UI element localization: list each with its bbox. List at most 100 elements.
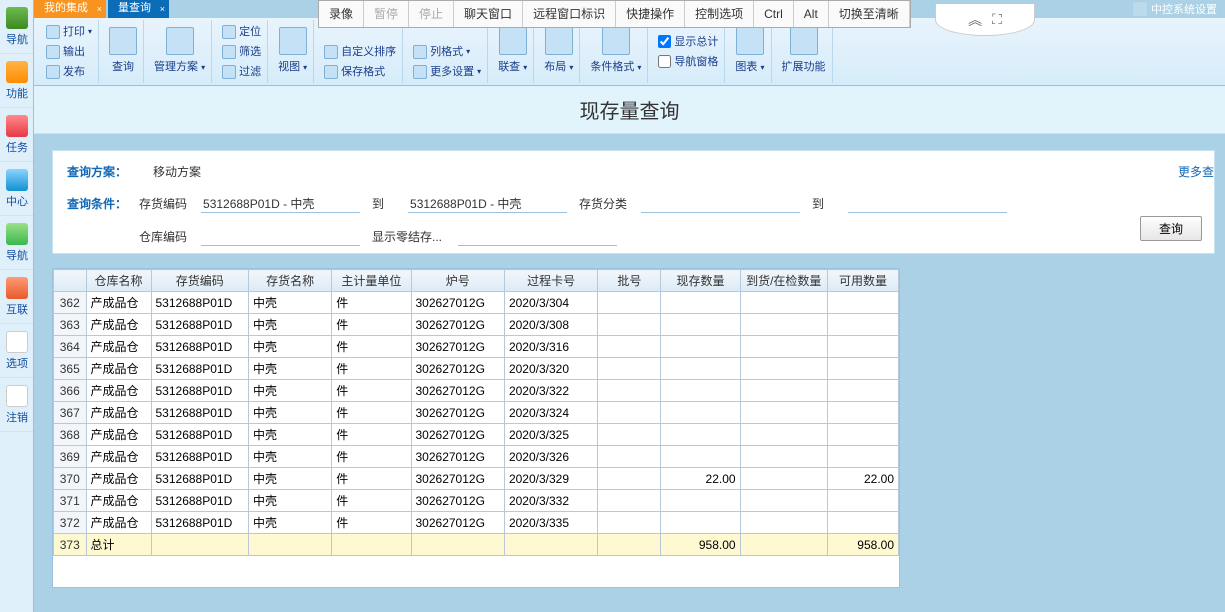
- sidebar-icon: [6, 115, 28, 137]
- export-icon: [46, 45, 60, 59]
- custom-sort-button[interactable]: 自定义排序: [324, 43, 396, 61]
- link-icon: [499, 27, 527, 55]
- remote-btn-4[interactable]: 远程窗口标识: [523, 1, 616, 27]
- search-button[interactable]: 查询: [1140, 216, 1202, 241]
- print-button[interactable]: 打印▾: [46, 23, 92, 41]
- save-icon: [324, 65, 338, 79]
- remote-toolbar: 录像暂停停止聊天窗口远程窗口标识快捷操作控制选项CtrlAlt切换至清晰: [318, 0, 911, 28]
- left-sidebar: 导航功能任务中心导航互联选项注销: [0, 0, 34, 612]
- zero-stock-input[interactable]: [458, 227, 617, 246]
- publish-button[interactable]: 发布: [46, 63, 92, 81]
- manage-plan-button[interactable]: 管理方案 ▾: [154, 27, 205, 77]
- remote-btn-3[interactable]: 聊天窗口: [454, 1, 523, 27]
- sidebar-item-6[interactable]: 选项: [0, 324, 34, 378]
- table-row[interactable]: 364产成品仓5312688P01D中壳件302627012G2020/3/31…: [54, 336, 899, 358]
- cond-format-button[interactable]: 条件格式 ▾: [590, 27, 641, 77]
- inv-code-label: 存货编码: [139, 195, 195, 212]
- query-plan-name[interactable]: 移动方案: [153, 163, 201, 180]
- query-button[interactable]: 查询: [109, 27, 137, 76]
- inv-cat-to-input[interactable]: [848, 194, 1007, 213]
- sidebar-item-2[interactable]: 任务: [0, 108, 34, 162]
- remote-btn-6[interactable]: 控制选项: [685, 1, 754, 27]
- nav-pane-checkbox[interactable]: [658, 55, 671, 68]
- table-row[interactable]: 369产成品仓5312688P01D中壳件302627012G2020/3/32…: [54, 446, 899, 468]
- nav-pane-check[interactable]: 导航窗格: [658, 53, 718, 71]
- output-button[interactable]: 输出: [46, 43, 92, 61]
- col-header-3[interactable]: 存货名称: [249, 270, 332, 292]
- sidebar-item-7[interactable]: 注销: [0, 378, 34, 432]
- link-query-button[interactable]: 联查 ▾: [498, 27, 527, 77]
- inv-code-from-input[interactable]: [201, 194, 360, 213]
- sidebar-icon: [6, 169, 28, 191]
- funnel-icon: [222, 65, 236, 79]
- extend-button[interactable]: 扩展功能: [782, 27, 826, 76]
- save-format-button[interactable]: 保存格式: [324, 63, 396, 81]
- wh-code-label: 仓库编码: [139, 228, 195, 245]
- sidebar-item-5[interactable]: 互联: [0, 270, 34, 324]
- filter-button[interactable]: 筛选: [222, 43, 261, 61]
- more-query-link[interactable]: 更多查: [1178, 163, 1214, 180]
- chevrons-up-icon[interactable]: ︽: [968, 10, 982, 30]
- show-total-checkbox[interactable]: [658, 35, 671, 48]
- col-header-4[interactable]: 主计量单位: [332, 270, 411, 292]
- tab-my-desktop[interactable]: 我的集成×: [34, 0, 106, 18]
- sidebar-icon: [6, 223, 28, 245]
- col-header-0[interactable]: [54, 270, 87, 292]
- sidebar-icon: [6, 61, 28, 83]
- col-header-6[interactable]: 过程卡号: [504, 270, 597, 292]
- cloud-icon: [1133, 2, 1147, 16]
- table-row[interactable]: 362产成品仓5312688P01D中壳件302627012G2020/3/30…: [54, 292, 899, 314]
- wh-code-input[interactable]: [201, 227, 360, 246]
- col-header-9[interactable]: 到货/在检数量: [740, 270, 827, 292]
- ribbon: 打印▾ 输出 发布 查询 管理方案 ▾ 定位 筛选 过滤 视图 ▾ - 自定义排…: [34, 18, 1225, 86]
- expand-icon[interactable]: ⛶: [992, 11, 1002, 28]
- sidebar-item-3[interactable]: 中心: [0, 162, 34, 216]
- table-row[interactable]: 367产成品仓5312688P01D中壳件302627012G2020/3/32…: [54, 402, 899, 424]
- col-header-1[interactable]: 仓库名称: [86, 270, 151, 292]
- table-row[interactable]: 363产成品仓5312688P01D中壳件302627012G2020/3/30…: [54, 314, 899, 336]
- sidebar-icon: [6, 331, 28, 353]
- filter-action-button[interactable]: 过滤: [222, 63, 261, 81]
- col-header-10[interactable]: 可用数量: [827, 270, 898, 292]
- inv-code-to-input[interactable]: [408, 194, 567, 213]
- sidebar-item-1[interactable]: 功能: [0, 54, 34, 108]
- col-format-button[interactable]: 列格式▾: [413, 43, 481, 61]
- remote-btn-8[interactable]: Alt: [794, 1, 829, 27]
- remote-btn-7[interactable]: Ctrl: [754, 1, 794, 27]
- close-icon[interactable]: ×: [160, 1, 165, 17]
- remote-btn-1: 暂停: [364, 1, 409, 27]
- sort-icon: [324, 45, 338, 59]
- remote-btn-5[interactable]: 快捷操作: [616, 1, 685, 27]
- table-summary-row: 373总计958.00958.00: [54, 534, 899, 556]
- col-header-5[interactable]: 炉号: [411, 270, 504, 292]
- remote-btn-2: 停止: [409, 1, 454, 27]
- table-row[interactable]: 365产成品仓5312688P01D中壳件302627012G2020/3/32…: [54, 358, 899, 380]
- locate-button[interactable]: 定位: [222, 23, 261, 41]
- tab-stock-query[interactable]: 量查询×: [108, 0, 169, 18]
- table-row[interactable]: 371产成品仓5312688P01D中壳件302627012G2020/3/33…: [54, 490, 899, 512]
- more-settings-button[interactable]: 更多设置▾: [413, 63, 481, 81]
- sidebar-item-0[interactable]: 导航: [0, 0, 34, 54]
- sidebar-item-4[interactable]: 导航: [0, 216, 34, 270]
- sidebar-icon: [6, 277, 28, 299]
- layout-icon: [545, 27, 573, 55]
- remote-btn-9[interactable]: 切换至清晰: [829, 1, 910, 27]
- query-plan-label: 查询方案：: [67, 163, 127, 180]
- filter-icon: [222, 45, 236, 59]
- inv-cat-from-input[interactable]: [641, 194, 800, 213]
- col-header-7[interactable]: 批号: [598, 270, 661, 292]
- show-total-check[interactable]: 显示总计: [658, 33, 718, 51]
- table-row[interactable]: 370产成品仓5312688P01D中壳件302627012G2020/3/32…: [54, 468, 899, 490]
- table-row[interactable]: 368产成品仓5312688P01D中壳件302627012G2020/3/32…: [54, 424, 899, 446]
- remote-btn-0[interactable]: 录像: [319, 1, 364, 27]
- close-icon[interactable]: ×: [97, 1, 102, 17]
- publish-icon: [46, 65, 60, 79]
- table-row[interactable]: 372产成品仓5312688P01D中壳件302627012G2020/3/33…: [54, 512, 899, 534]
- view-button[interactable]: 视图 ▾: [278, 27, 307, 77]
- chart-button[interactable]: 图表 ▾: [735, 27, 764, 77]
- table-row[interactable]: 366产成品仓5312688P01D中壳件302627012G2020/3/32…: [54, 380, 899, 402]
- inv-cat-label: 存货分类: [579, 195, 635, 212]
- col-header-2[interactable]: 存货编码: [151, 270, 249, 292]
- col-header-8[interactable]: 现存数量: [661, 270, 740, 292]
- layout-button[interactable]: 布局 ▾: [544, 27, 573, 77]
